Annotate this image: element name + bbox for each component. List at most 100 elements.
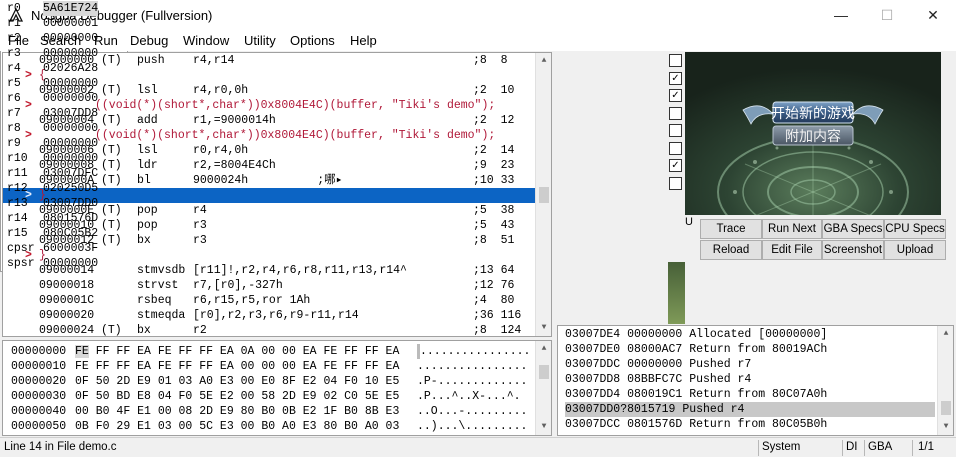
code-address: 09000020	[39, 309, 95, 322]
scroll-down-arrow-icon[interactable]: ▼	[536, 419, 551, 435]
register-value[interactable]: 00000001	[43, 16, 98, 31]
scroll-up-arrow-icon[interactable]: ▲	[536, 341, 551, 357]
register-value[interactable]: 020250D5	[43, 181, 98, 196]
flag-checkbox[interactable]	[669, 106, 682, 120]
register-name: cpsr	[7, 242, 35, 255]
register-value[interactable]: 03007DD8	[43, 106, 98, 121]
reload-button[interactable]: Reload	[700, 240, 762, 260]
line-marker-icon: >	[25, 129, 32, 142]
register-value[interactable]: 00000000	[43, 76, 98, 91]
gba-specs-button[interactable]: GBA Specs	[822, 219, 884, 239]
code-line[interactable]: 09000018 strvst r7,[r0],-327h ;12 76	[3, 278, 537, 293]
flag-checkbox[interactable]	[669, 176, 682, 190]
memory-scroll-thumb[interactable]	[539, 365, 549, 379]
hex-ascii-text: ..)...\.........	[417, 420, 528, 433]
register-value[interactable]: 03007DFC	[43, 166, 98, 181]
scroll-up-arrow-icon[interactable]: ▲	[938, 326, 953, 342]
flag-checkbox[interactable]: ✓	[669, 159, 682, 172]
line-marker-icon: >	[25, 99, 32, 112]
code-operands: r2	[193, 324, 207, 337]
flag-checkbox[interactable]	[669, 124, 682, 137]
stack-entry[interactable]: 03007DCC 0801576D Return from 80C05B0h	[565, 417, 935, 432]
code-operands: r6,r15,r5,ror 1Ah	[193, 294, 311, 307]
code-operands: r3	[193, 219, 207, 232]
scroll-down-arrow-icon[interactable]: ▼	[938, 419, 953, 435]
code-mnemonic: pop	[137, 219, 158, 232]
stack-entry[interactable]: 03007DE0 08000AC7 Return from 80019ACh	[565, 342, 935, 357]
menu-options[interactable]: Options	[290, 33, 335, 48]
menu-utility[interactable]: Utility	[244, 33, 276, 48]
code-line[interactable]: 09000024 (T) bx r2 ;8 124	[3, 323, 537, 337]
register-name: r12	[7, 182, 28, 195]
register-value[interactable]: 02026A28	[43, 61, 98, 76]
maximize-button[interactable]: ☐	[864, 0, 910, 31]
hex-first-byte[interactable]: FE	[75, 345, 89, 358]
hex-first-byte[interactable]: FE	[75, 360, 89, 373]
run-next-button[interactable]: Run Next	[762, 219, 822, 239]
register-value[interactable]: 00000000	[43, 91, 98, 106]
stack-pane[interactable]: 03007DE4 00000000 Allocated [00000000] 03…	[557, 325, 954, 436]
register-value[interactable]: 00000000	[43, 256, 98, 271]
upload-button[interactable]: Upload	[884, 240, 946, 260]
stack-entry[interactable]: 03007DDC 00000000 Pushed r7	[565, 357, 935, 372]
flag-checkbox[interactable]	[669, 141, 682, 155]
register-value[interactable]: 03007DD0	[43, 196, 98, 211]
close-button[interactable]: ✕	[910, 0, 956, 31]
stack-scroll-thumb[interactable]	[941, 401, 951, 415]
code-address: 0900001C	[39, 294, 95, 307]
hex-first-byte[interactable]: 0F	[75, 375, 89, 388]
register-name: r7	[7, 107, 21, 120]
stack-entry[interactable]: 03007DD4 080019C1 Return from 80C07A0h	[565, 387, 935, 402]
hex-byte-values: 50 BD E8 04 F0 5E E2 00 58 2D E9 02 C0 5…	[88, 390, 400, 403]
code-cycles: ;13 64	[473, 264, 515, 277]
hex-first-byte[interactable]: 0B	[75, 420, 89, 433]
hex-ascii-text: ..O...-.........	[417, 405, 528, 418]
menu-debug[interactable]: Debug	[130, 33, 168, 48]
register-name: r15	[7, 227, 28, 240]
hex-address: 00000020	[11, 375, 67, 388]
register-value[interactable]: 080C05B2	[43, 226, 98, 241]
code-line[interactable]: 0900001C rsbeq r6,r15,r5,ror 1Ah ;4 80	[3, 293, 537, 308]
flag-checkbox[interactable]: ✓	[669, 89, 682, 102]
code-cycles: ;4 80	[473, 294, 515, 307]
hex-address: 00000010	[11, 360, 67, 373]
register-value[interactable]: 00000000	[43, 31, 98, 46]
register-value[interactable]: 00000000	[43, 151, 98, 166]
disassembly-scrollbar[interactable]: ▲ ▼	[535, 53, 551, 336]
disassembly-scroll-thumb[interactable]	[539, 187, 549, 203]
register-name: r8	[7, 122, 21, 135]
register-value[interactable]: 00000000	[43, 46, 98, 61]
scroll-down-arrow-icon[interactable]: ▼	[536, 320, 551, 336]
register-value[interactable]: 6000003F	[43, 241, 98, 256]
stack-entry[interactable]: 03007DE4 00000000 Allocated [00000000]	[565, 327, 935, 342]
hex-first-byte[interactable]: 0F	[75, 390, 89, 403]
code-address: 09000018	[39, 279, 95, 292]
screenshot-button[interactable]: Screenshot	[822, 240, 884, 260]
scroll-up-arrow-icon[interactable]: ▲	[536, 53, 551, 69]
register-name: r9	[7, 137, 21, 150]
menu-help[interactable]: Help	[350, 33, 377, 48]
code-operands: r4	[193, 204, 207, 217]
register-value[interactable]: 00000000	[43, 136, 98, 151]
register-value[interactable]: 5A61E724	[43, 1, 99, 16]
status-system: GBA	[868, 441, 893, 453]
stack-entry[interactable]: 03007DD8 08BBFC7C Pushed r4	[565, 372, 935, 387]
flag-checkbox[interactable]: ✓	[669, 71, 682, 85]
flag-checkbox[interactable]	[669, 54, 682, 67]
hex-ascii: ................	[417, 359, 527, 374]
stack-scrollbar[interactable]: ▲ ▼	[937, 326, 953, 435]
register-value[interactable]: 0801576D	[43, 211, 98, 226]
menu-window[interactable]: Window	[183, 33, 229, 48]
code-mnemonic: lsl	[137, 144, 158, 157]
edit-file-button[interactable]: Edit File	[762, 240, 822, 260]
cpu-specs-button[interactable]: CPU Specs	[884, 219, 946, 239]
code-line[interactable]: 09000020 stmeqda [r0],r2,r3,r6,r9-r11,r14;…	[3, 308, 537, 323]
source-line: ((void(*)(short*,char*))0x8004E4C)(buffe…	[95, 129, 496, 142]
minimize-button[interactable]: —	[818, 0, 864, 31]
trace-button[interactable]: Trace	[700, 219, 762, 239]
register-value[interactable]: 00000000	[43, 121, 98, 136]
hex-first-byte[interactable]: 00	[75, 405, 89, 418]
memory-scrollbar[interactable]: ▲ ▼	[535, 341, 551, 435]
stack-entry[interactable]: 03007DD0?8015719 Pushed r4	[565, 402, 935, 417]
memory-hex-pane[interactable]: 00000000 FE FF FF EA FE FF FF EA 0A 00 00…	[2, 340, 552, 436]
